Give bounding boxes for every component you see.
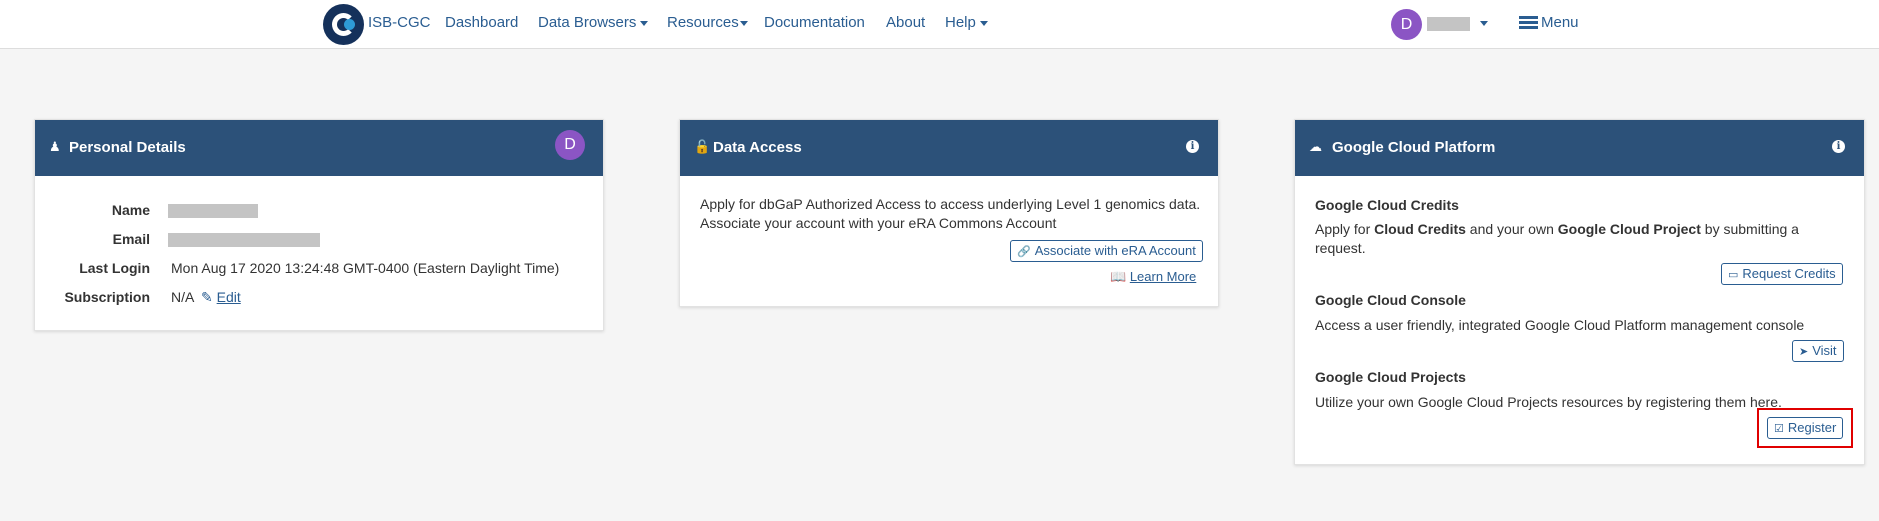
email-value-redacted	[168, 233, 320, 247]
data-access-panel: 🔓 Data Access i Apply for dbGaP Authoriz…	[679, 119, 1219, 307]
nav-help[interactable]: Help	[945, 14, 988, 31]
cloud-icon: ☁	[1309, 139, 1322, 154]
nav-data-browsers[interactable]: Data Browsers	[538, 14, 649, 31]
hamburger-icon[interactable]	[1519, 16, 1538, 29]
panel-title: Personal Details	[69, 139, 186, 156]
learn-more-link[interactable]: 📖 Learn More	[1110, 269, 1196, 285]
user-icon: ♟	[49, 139, 61, 154]
email-label: Email	[112, 231, 150, 247]
highlight-annotation	[1757, 408, 1853, 448]
panel-header: 🔓 Data Access i	[680, 120, 1218, 176]
credit-card-icon: ▭	[1728, 269, 1739, 281]
pencil-icon: ✎	[201, 289, 213, 305]
panel-title: Data Access	[713, 139, 802, 156]
last-login-label: Last Login	[79, 260, 150, 276]
subscription-label: Subscription	[64, 289, 150, 305]
cloud-credits-title: Google Cloud Credits	[1315, 197, 1459, 213]
info-icon[interactable]: i	[1186, 140, 1199, 153]
book-icon: 📖	[1110, 269, 1127, 284]
chevron-down-icon	[979, 20, 988, 26]
info-icon[interactable]: i	[1832, 140, 1845, 153]
last-login-value: Mon Aug 17 2020 13:24:48 GMT-0400 (Easte…	[171, 260, 560, 276]
avatar: D	[555, 130, 585, 160]
edit-subscription-link[interactable]: ✎ Edit	[201, 289, 241, 306]
menu-button[interactable]: Menu	[1541, 14, 1579, 31]
nav-documentation[interactable]: Documentation	[764, 14, 865, 31]
cloud-projects-text: Utilize your own Google Cloud Projects r…	[1315, 394, 1782, 410]
top-navbar: ISB-CGC Dashboard Data Browsers Resource…	[0, 0, 1879, 49]
isb-cgc-logo[interactable]	[323, 4, 364, 45]
nav-dashboard[interactable]: Dashboard	[445, 14, 518, 31]
panel-title: Google Cloud Platform	[1332, 139, 1496, 156]
personal-details-panel: ♟ Personal Details D Name Email Last Log…	[34, 119, 604, 331]
user-avatar[interactable]: D	[1391, 9, 1422, 40]
chevron-down-icon	[640, 20, 649, 26]
name-value-redacted	[168, 204, 258, 218]
subscription-value: N/A	[171, 289, 195, 305]
cloud-console-text: Access a user friendly, integrated Googl…	[1315, 317, 1805, 333]
nav-resources[interactable]: Resources	[667, 14, 748, 31]
data-access-line-1: Apply for dbGaP Authorized Access to acc…	[700, 196, 1201, 212]
cloud-projects-title: Google Cloud Projects	[1315, 369, 1466, 385]
cloud-credits-text-line-2: request.	[1315, 240, 1366, 256]
brand-name[interactable]: ISB-CGC	[368, 14, 431, 31]
cloud-console-title: Google Cloud Console	[1315, 292, 1466, 308]
associate-era-account-button[interactable]: 🔗 Associate with eRA Account	[1010, 240, 1203, 262]
request-credits-button[interactable]: ▭ Request Credits	[1721, 263, 1843, 285]
arrow-circle-right-icon: ➤	[1799, 346, 1809, 358]
unlock-icon: 🔓	[694, 139, 711, 154]
chevron-down-icon[interactable]	[1480, 21, 1488, 26]
nav-about[interactable]: About	[886, 14, 925, 31]
panel-header: ☁ Google Cloud Platform i	[1295, 120, 1864, 176]
user-name-redacted[interactable]	[1427, 17, 1470, 31]
panel-header: ♟ Personal Details D	[35, 120, 603, 176]
link-icon: 🔗	[1017, 246, 1031, 258]
name-label: Name	[111, 202, 150, 218]
cloud-credits-text: Apply for Cloud Credits and your own Goo…	[1315, 221, 1799, 237]
data-access-line-2: Associate your account with your eRA Com…	[700, 215, 1057, 231]
chevron-down-icon	[739, 20, 748, 26]
visit-console-button[interactable]: ➤ Visit	[1792, 340, 1844, 362]
